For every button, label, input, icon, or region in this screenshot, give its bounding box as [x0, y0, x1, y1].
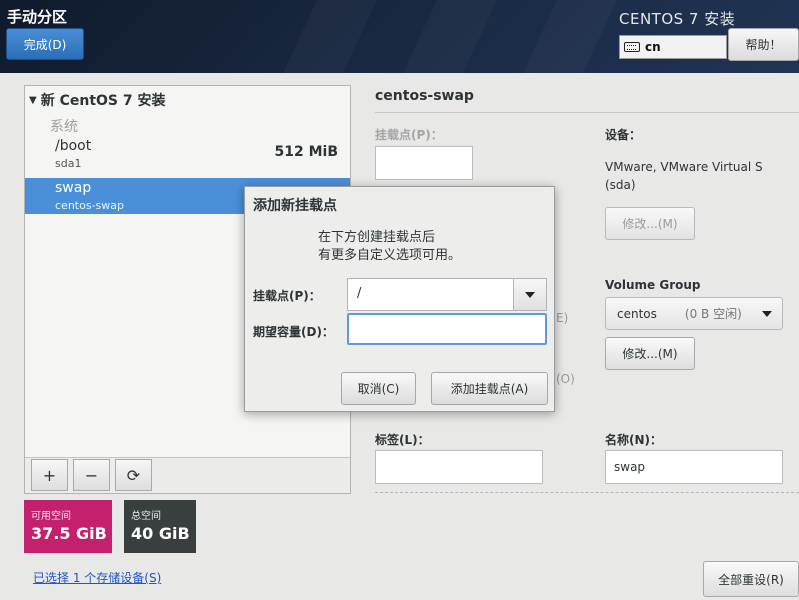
product-title: CENTOS 7 安装: [619, 10, 736, 28]
volume-group-free: (0 B 空闲): [684, 307, 742, 321]
system-group-label: 系统: [50, 119, 78, 135]
partially-hidden-label: E): [556, 311, 569, 325]
desired-capacity-input[interactable]: [347, 313, 547, 345]
divider: [375, 492, 799, 493]
keyboard-icon: [624, 42, 640, 52]
device-info: VMware, VMware Virtual S (sda): [605, 158, 763, 194]
installation-tree-header[interactable]: ▼ 新 CentOS 7 安装: [29, 90, 165, 110]
chevron-down-icon: [762, 311, 772, 317]
device-id: (sda): [605, 178, 636, 192]
detail-title: centos-swap: [375, 88, 474, 104]
header-decoration: [403, 0, 497, 73]
mount-point-name: /boot: [55, 138, 92, 154]
total-space-label: 总空间: [131, 511, 161, 522]
header-bar: 手动分区 完成(D) CENTOS 7 安装 cn 帮助！: [0, 0, 799, 73]
dialog-title: 添加新挂载点: [253, 198, 337, 214]
chevron-down-icon: [525, 292, 535, 298]
dialog-description-line: 在下方创建挂载点后: [318, 230, 436, 245]
dialog-description-line: 有更多自定义选项可用。: [318, 248, 462, 263]
total-space-value: 40 GiB: [131, 524, 190, 543]
add-mount-point-button[interactable]: +: [31, 459, 68, 491]
volume-group-name: centos: [617, 306, 657, 321]
add-mount-point-button[interactable]: 添加挂载点(A): [431, 372, 548, 405]
list-toolbar: + − ⟳: [25, 457, 350, 493]
device-modify-button[interactable]: 修改...(M): [605, 207, 695, 240]
refresh-button[interactable]: ⟳: [115, 459, 152, 491]
divider: [375, 112, 799, 113]
mount-point-device: centos-swap: [55, 199, 124, 212]
add-mount-point-dialog: 添加新挂载点 在下方创建挂载点后 有更多自定义选项可用。 挂载点(P)： / 期…: [244, 186, 555, 412]
header-decoration: [523, 0, 617, 73]
help-button[interactable]: 帮助！: [728, 28, 799, 61]
available-space-box: 可用空间 37.5 GiB: [24, 500, 112, 553]
mount-point-label: 挂载点(P)：: [253, 289, 321, 303]
name-field[interactable]: swap: [605, 450, 783, 484]
available-space-value: 37.5 GiB: [31, 524, 107, 543]
mount-point-device: sda1: [55, 157, 82, 170]
header-decoration: [283, 0, 377, 73]
device-name: VMware, VMware Virtual S: [605, 160, 763, 174]
selected-storage-link[interactable]: 已选择 1 个存储设备(S): [33, 569, 161, 586]
mount-point-combo[interactable]: /: [347, 278, 547, 311]
keyboard-layout-label: cn: [645, 40, 661, 54]
mount-point-row-boot[interactable]: /boot sda1 512 MiB: [25, 136, 350, 172]
available-space-label: 可用空间: [31, 511, 71, 522]
reset-all-button[interactable]: 全部重设(R): [703, 561, 799, 597]
installation-name: 新 CentOS 7 安装: [40, 93, 166, 109]
volume-group-select[interactable]: centos (0 B 空闲): [605, 297, 783, 330]
keyboard-layout-indicator[interactable]: cn: [619, 35, 727, 59]
done-button[interactable]: 完成(D): [6, 28, 84, 60]
tag-label: 标签(L)：: [375, 433, 430, 447]
total-space-box: 总空间 40 GiB: [124, 500, 196, 553]
mount-point-field[interactable]: [375, 146, 473, 180]
desired-capacity-label: 期望容量(D)：: [253, 325, 334, 339]
mount-point-input[interactable]: /: [357, 286, 361, 301]
mount-point-size: 512 MiB: [274, 144, 339, 160]
cancel-button[interactable]: 取消(C): [341, 372, 416, 405]
tag-field[interactable]: [375, 450, 543, 484]
volume-group-label: Volume Group: [605, 278, 701, 292]
dialog-description: 在下方创建挂载点后 有更多自定义选项可用。: [318, 229, 461, 265]
volume-group-modify-button[interactable]: 修改...(M): [605, 337, 695, 370]
remove-mount-point-button[interactable]: −: [73, 459, 110, 491]
name-label: 名称(N)：: [605, 433, 663, 447]
device-label: 设备：: [605, 128, 642, 142]
page-title: 手动分区: [7, 8, 68, 26]
mount-point-name: swap: [55, 180, 92, 196]
expander-down-icon[interactable]: ▼: [29, 95, 37, 106]
partially-hidden-label: (O): [556, 372, 575, 386]
mount-point-dropdown-button[interactable]: [513, 279, 546, 310]
mount-point-field-label: 挂载点(P)：: [375, 128, 443, 142]
